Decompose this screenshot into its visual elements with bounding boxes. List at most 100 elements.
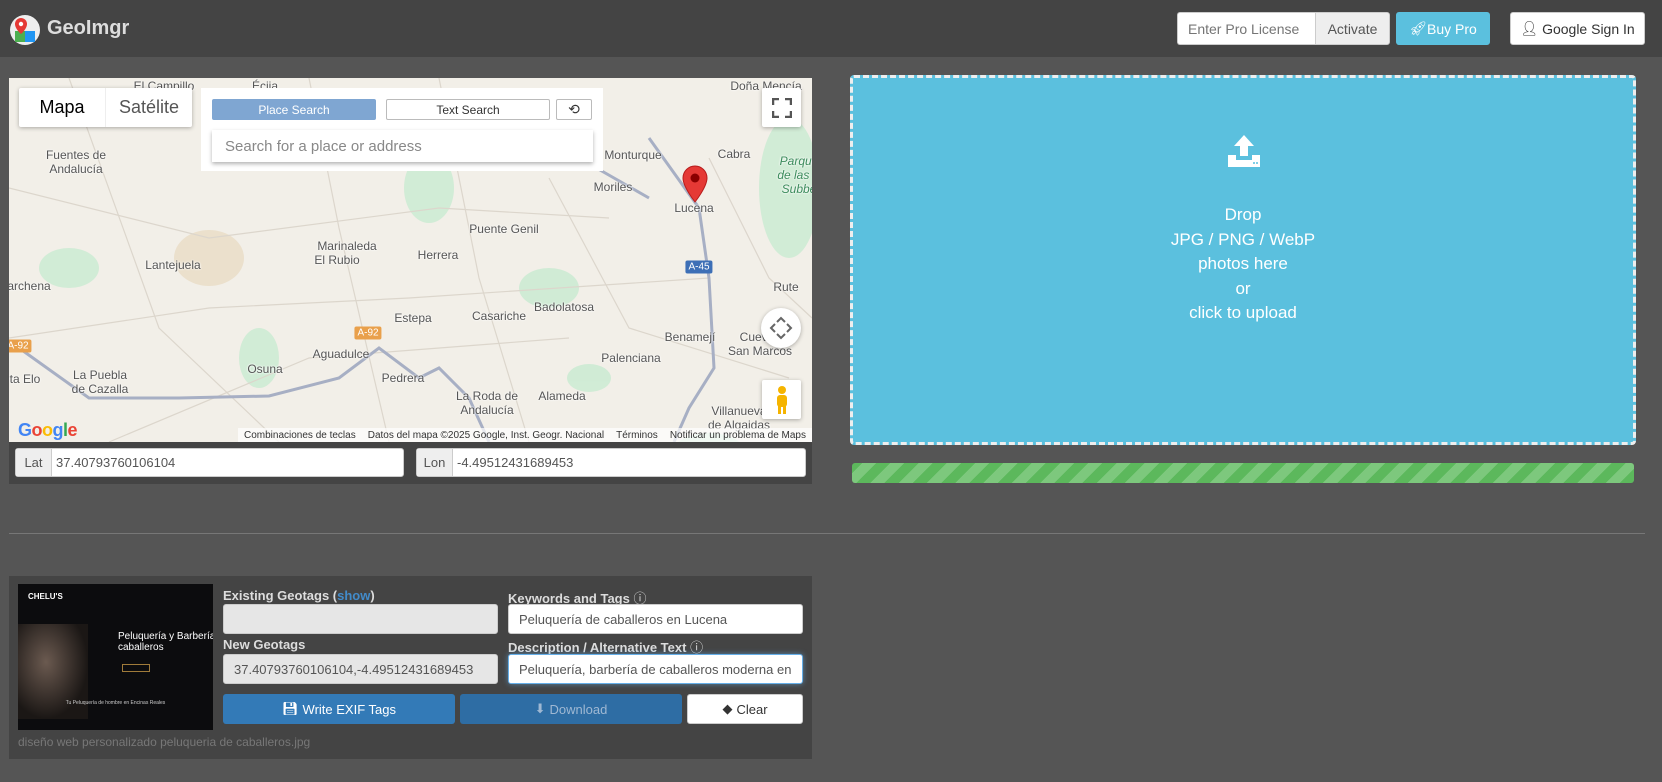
thumb-headline-1: Peluquería y Barbería p (118, 631, 213, 642)
place-search-input[interactable] (212, 130, 593, 162)
map-type-map-button[interactable]: Mapa (19, 88, 106, 127)
download-label: Download (549, 701, 608, 717)
google-logo: Google (18, 420, 78, 440)
geoimgr-logo (10, 15, 40, 45)
history-icon[interactable]: ⟲ (556, 99, 592, 120)
map-attribution: Combinaciones de teclas Datos del mapa ©… (237, 428, 812, 442)
report-problem-link[interactable]: Notificar un problema de Maps (670, 430, 806, 441)
map-label: Villanueva (711, 404, 767, 418)
show-link[interactable]: show (337, 588, 370, 603)
fullscreen-icon (771, 97, 792, 118)
map-label: La Roda de (455, 389, 519, 403)
map-label: Parque (779, 154, 812, 168)
road-badge: A-92 (354, 326, 382, 340)
move-arrows-icon (769, 316, 793, 340)
camera-pan-control[interactable] (761, 308, 801, 348)
existing-geotags-text: Existing Geotags ( (223, 588, 338, 603)
file-name: diseño web personalizado peluqueria de c… (18, 735, 311, 749)
map-label: Puente Genil (469, 222, 539, 236)
photo-dropzone[interactable]: Drop JPG / PNG / WebP photos here or cli… (850, 75, 1636, 445)
lat-field: Lat (15, 448, 404, 477)
dropzone-line: or (1235, 278, 1251, 298)
thumb-brand: CHELU'S (28, 592, 63, 601)
top-bar: GeoImgr Activate 🚀︎Buy Pro 👤︎Google Sign… (0, 0, 1662, 57)
map-label: Andalucía (460, 403, 514, 417)
map-label: Osuna (247, 362, 283, 376)
existing-geotags-label: Existing Geotags (show) (223, 588, 375, 603)
download-button[interactable]: ⬇ Download (460, 694, 682, 724)
map-label: Aguadulce (312, 347, 370, 361)
keywords-input[interactable] (508, 604, 803, 634)
sign-in-label: Google Sign In (1542, 20, 1635, 37)
map-label: Andalucía (49, 162, 103, 176)
text-search-tab[interactable]: Text Search (386, 99, 550, 120)
google-sign-in-button[interactable]: 👤︎ Google Sign In (1510, 12, 1645, 45)
activate-button[interactable]: Activate (1315, 12, 1390, 45)
help-icon[interactable]: ⓘ (690, 640, 703, 655)
lat-label: Lat (16, 449, 52, 476)
buy-pro-button[interactable]: 🚀︎ Buy Pro (1396, 12, 1490, 45)
search-panel: Place Search Text Search ⟲ (201, 88, 603, 171)
lat-input[interactable] (52, 449, 403, 476)
lon-label: Lon (417, 449, 453, 476)
map-label: Subbé (781, 182, 812, 196)
new-geotags-input (223, 654, 498, 684)
description-label-text: Description / Alternative Text (508, 640, 687, 655)
place-search-tab[interactable]: Place Search (212, 99, 376, 120)
lon-field: Lon (416, 448, 806, 477)
description-input[interactable] (508, 654, 803, 684)
thumb-cta (122, 664, 150, 672)
map-label: Palenciana (601, 351, 661, 365)
map-label: archena (9, 279, 51, 293)
dropzone-line: Drop (1224, 205, 1262, 224)
street-view-pegman[interactable] (762, 380, 801, 419)
map-label: Estepa (394, 311, 432, 325)
save-icon: 💾︎ (282, 701, 299, 716)
map[interactable]: El Campillo Écija Doña Mencía Fuentes de… (9, 78, 812, 442)
upload-progress-bar (852, 463, 1634, 483)
map-label: La Puebla (72, 368, 128, 382)
map-label: Monturque (604, 148, 662, 162)
road-badge: A-45 (685, 260, 713, 274)
existing-geotags-close: ) (370, 588, 375, 603)
keyboard-shortcuts-link[interactable]: Combinaciones de teclas (244, 430, 356, 441)
lon-input[interactable] (453, 449, 805, 476)
map-pin-icon[interactable] (682, 165, 708, 203)
write-exif-button[interactable]: 💾︎ Write EXIF Tags (223, 694, 455, 724)
terms-link[interactable]: Términos (616, 430, 658, 441)
write-exif-label: Write EXIF Tags (302, 701, 396, 717)
brand-name: GeoImgr (47, 17, 130, 39)
map-label: Cabra (717, 147, 751, 161)
map-label: Fuentes de (45, 148, 107, 162)
dropzone-line: photos here (1198, 254, 1288, 273)
buy-pro-label: Buy Pro (1426, 20, 1477, 37)
map-label: Benamejí (664, 330, 716, 344)
map-label: Marinaleda (317, 239, 377, 253)
map-panel: El Campillo Écija Doña Mencía Fuentes de… (9, 78, 812, 484)
existing-geotags-input (223, 604, 498, 634)
file-card: CHELU'S Peluquería y Barbería pcaballero… (9, 576, 812, 759)
map-label: de las S (777, 168, 812, 182)
divider (9, 533, 1645, 534)
photo-thumbnail: CHELU'S Peluquería y Barbería pcaballero… (18, 584, 213, 730)
fullscreen-button[interactable] (762, 88, 801, 127)
eraser-icon: ◆ (722, 701, 733, 716)
user-icon: 👤︎ (1520, 20, 1539, 36)
thumb-headline: Peluquería y Barbería pcaballeros (118, 631, 213, 653)
map-label: Moriles (593, 180, 633, 194)
thumb-headline-2: caballeros (118, 642, 164, 653)
road-badge: A-92 (9, 339, 32, 353)
clear-label: Clear (736, 701, 768, 717)
download-icon: ⬇ (534, 701, 546, 716)
clear-button[interactable]: ◆ Clear (687, 694, 803, 724)
pro-license-input[interactable] (1177, 12, 1315, 45)
map-label: Lantejuela (145, 258, 201, 272)
dropzone-line: JPG / PNG / WebP (1170, 229, 1316, 249)
thumb-footer: Tu Peluquería de hombre en Encinas Reale… (65, 700, 166, 706)
map-label: Alameda (538, 389, 586, 403)
dropzone-line: click to upload (1189, 303, 1297, 322)
map-type-control: Mapa Satélite (19, 88, 192, 127)
map-label: El Rubio (314, 253, 360, 267)
new-geotags-label: New Geotags (223, 637, 306, 652)
map-type-satellite-button[interactable]: Satélite (106, 88, 192, 127)
